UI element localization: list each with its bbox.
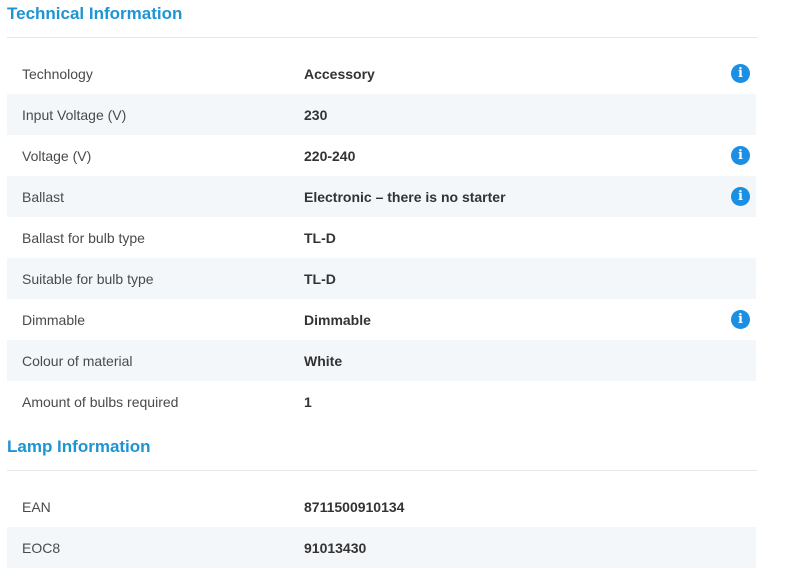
spec-label: Input Voltage (V) <box>22 106 127 123</box>
technical-information-title: Technical Information <box>7 4 183 23</box>
info-icon[interactable]: i <box>731 187 750 206</box>
spec-row-ballast-for-bulb-type: Ballast for bulb type TL-D <box>7 217 756 258</box>
section-divider <box>7 37 757 38</box>
info-icon[interactable]: i <box>731 310 750 329</box>
info-icon[interactable]: i <box>731 64 750 83</box>
spec-value: 1 <box>304 393 312 410</box>
spec-row-voltage: Voltage (V) 220-240 i <box>7 135 756 176</box>
lamp-information-table: EAN 8711500910134 EOC8 91013430 <box>7 486 756 568</box>
spec-label: EOC8 <box>22 539 61 556</box>
spec-value: TL-D <box>304 270 336 287</box>
spec-label: Amount of bulbs required <box>22 393 179 410</box>
spec-label: EAN <box>22 498 51 515</box>
spec-value: White <box>304 352 343 369</box>
spec-value: 230 <box>304 106 328 123</box>
spec-value: TL-D <box>304 229 336 246</box>
spec-row-ballast: Ballast Electronic – there is no starter… <box>7 176 756 217</box>
spec-value: Accessory <box>304 65 375 82</box>
spec-row-colour-of-material: Colour of material White <box>7 340 756 381</box>
spec-value: 220-240 <box>304 147 356 164</box>
spec-value: 91013430 <box>304 539 367 556</box>
spec-label: Colour of material <box>22 352 133 369</box>
section-divider <box>7 470 757 471</box>
spec-row-dimmable: Dimmable Dimmable i <box>7 299 756 340</box>
spec-label: Ballast for bulb type <box>22 229 145 246</box>
lamp-information-title: Lamp Information <box>7 437 151 456</box>
spec-row-input-voltage: Input Voltage (V) 230 <box>7 94 756 135</box>
spec-row-ean: EAN 8711500910134 <box>7 486 756 527</box>
spec-row-amount-of-bulbs: Amount of bulbs required 1 <box>7 381 756 422</box>
spec-row-suitable-for-bulb-type: Suitable for bulb type TL-D <box>7 258 756 299</box>
spec-label: Voltage (V) <box>22 147 92 164</box>
spec-row-technology: Technology Accessory i <box>7 53 756 94</box>
spec-row-eoc8: EOC8 91013430 <box>7 527 756 568</box>
spec-value: 8711500910134 <box>304 498 405 515</box>
spec-value: Electronic – there is no starter <box>304 188 506 205</box>
spec-label: Technology <box>22 65 93 82</box>
spec-value: Dimmable <box>304 311 371 328</box>
technical-information-table: Technology Accessory i Input Voltage (V)… <box>7 53 756 422</box>
spec-label: Ballast <box>22 188 65 205</box>
spec-label: Suitable for bulb type <box>22 270 154 287</box>
info-icon[interactable]: i <box>731 146 750 165</box>
spec-label: Dimmable <box>22 311 86 328</box>
